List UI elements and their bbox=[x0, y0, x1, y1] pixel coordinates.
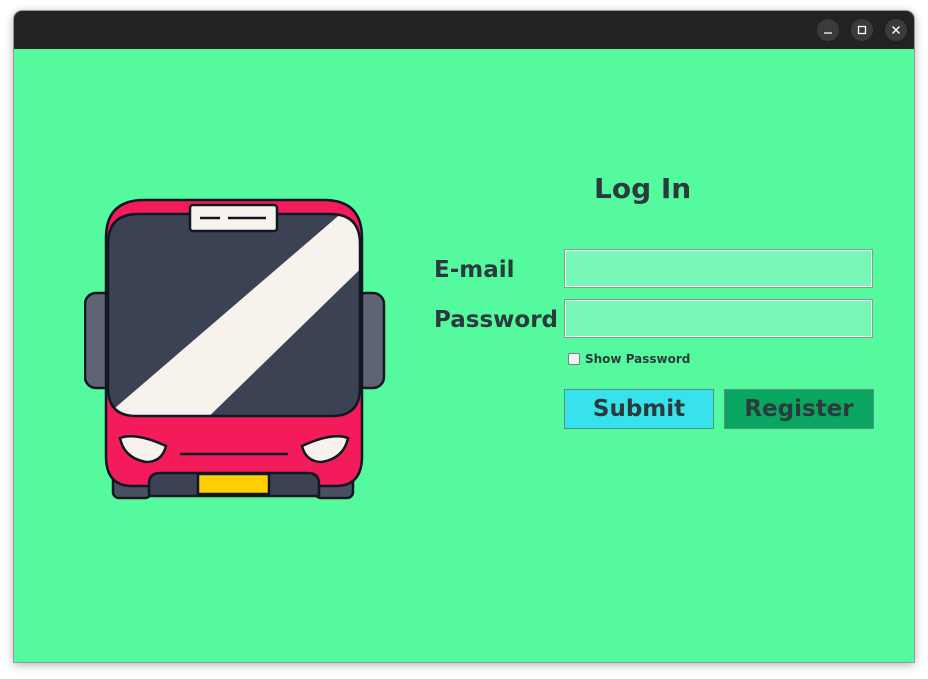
register-button[interactable]: Register bbox=[724, 389, 874, 429]
maximize-icon bbox=[857, 25, 867, 35]
show-password-label: Show Password bbox=[585, 352, 691, 366]
close-icon bbox=[892, 26, 900, 34]
maximize-button[interactable] bbox=[851, 19, 873, 41]
show-password-checkbox[interactable] bbox=[568, 353, 580, 365]
password-label: Password bbox=[434, 307, 558, 333]
login-title: Log In bbox=[594, 172, 692, 205]
show-password-toggle[interactable]: Show Password bbox=[568, 352, 690, 366]
app-window: Log In E-mail Password Show Password Sub… bbox=[14, 11, 914, 662]
submit-button[interactable]: Submit bbox=[564, 389, 714, 429]
password-field[interactable] bbox=[564, 299, 873, 338]
bus-icon bbox=[83, 198, 386, 500]
bus-illustration bbox=[83, 196, 386, 518]
close-button[interactable] bbox=[885, 19, 907, 41]
minimize-button[interactable] bbox=[817, 19, 839, 41]
title-bar bbox=[14, 11, 914, 49]
email-field[interactable] bbox=[564, 249, 873, 288]
minimize-icon bbox=[824, 32, 832, 34]
email-label: E-mail bbox=[434, 257, 515, 283]
